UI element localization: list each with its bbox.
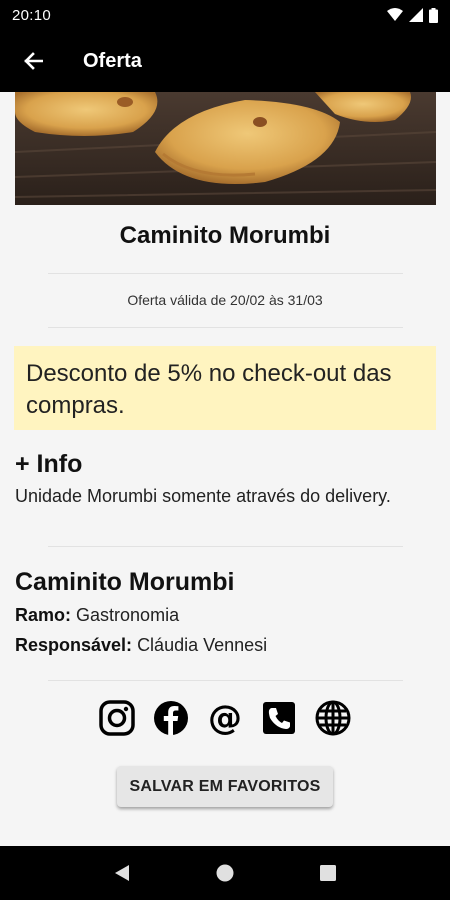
offer-description-box: Desconto de 5% no check-out das compras. (14, 346, 436, 430)
battery-icon (429, 7, 438, 23)
instagram-icon[interactable] (99, 700, 135, 736)
back-button[interactable] (0, 30, 66, 92)
divider (48, 327, 403, 328)
save-favorites-button[interactable]: SALVAR EM FAVORITOS (117, 766, 333, 807)
system-nav-bar (0, 846, 450, 900)
info-text: Unidade Morumbi somente através do deliv… (15, 486, 391, 506)
status-time: 20:10 (12, 6, 52, 24)
responsible-label: Responsável: (15, 635, 133, 655)
nav-back-button[interactable] (102, 853, 142, 893)
offer-description: Desconto de 5% no check-out das compras. (26, 360, 392, 419)
triangle-back-icon (114, 865, 129, 881)
offer-content: Caminito Morumbi Oferta válida de 20/02 … (0, 92, 450, 846)
signal-icon (409, 8, 423, 22)
status-icons (387, 7, 438, 23)
nav-home-button[interactable] (205, 853, 245, 893)
offer-validity: Oferta válida de 20/02 às 31/03 (127, 292, 323, 308)
social-links: @ (0, 700, 450, 736)
status-bar: 20:10 (0, 0, 450, 30)
phone-icon[interactable] (261, 700, 297, 736)
company-branch: Ramo: Gastronomia (15, 605, 179, 626)
nav-recents-button[interactable] (308, 853, 348, 893)
divider (48, 546, 403, 547)
svg-text:@: @ (208, 700, 242, 736)
company-name: Caminito Morumbi (15, 568, 235, 596)
arrow-back-icon (24, 52, 43, 70)
branch-label: Ramo: (15, 605, 72, 625)
facebook-icon[interactable] (153, 700, 189, 736)
offer-image (15, 92, 436, 205)
email-icon[interactable]: @ (207, 700, 243, 736)
page-title: Oferta (83, 49, 142, 72)
info-heading: + Info (15, 450, 83, 478)
website-icon[interactable] (315, 700, 351, 736)
circle-home-icon (216, 864, 234, 882)
branch-value: Gastronomia (76, 605, 180, 625)
responsible-value: Cláudia Vennesi (137, 635, 268, 655)
divider (48, 680, 403, 681)
app-bar: Oferta (0, 30, 450, 92)
company-responsible: Responsável: Cláudia Vennesi (15, 635, 267, 656)
store-title: Caminito Morumbi (119, 222, 331, 249)
square-recents-icon (320, 865, 337, 881)
wifi-icon (387, 8, 403, 21)
divider (48, 273, 403, 274)
